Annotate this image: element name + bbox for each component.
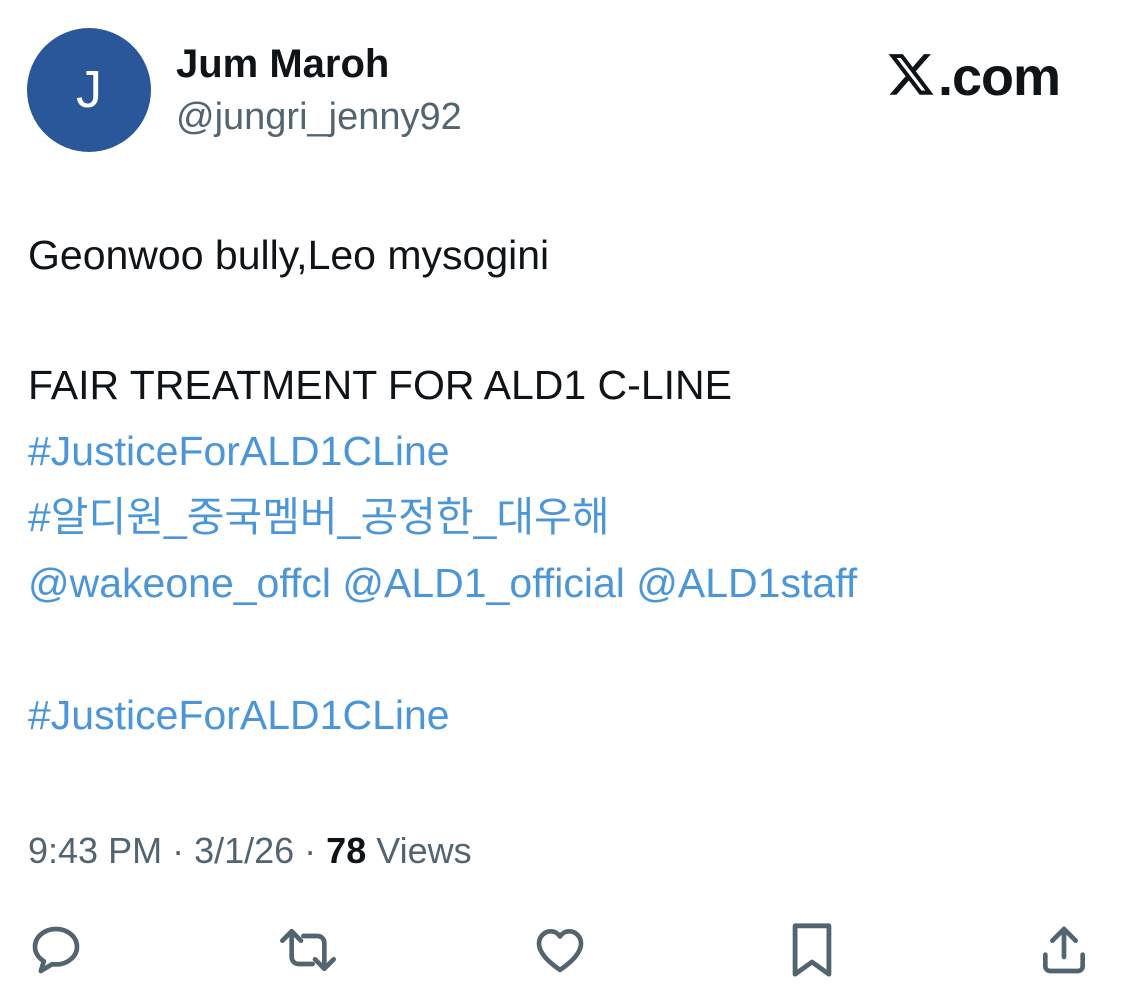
retweet-icon [280,929,336,971]
tweet-text-line1: Geonwoo bully,Leo mysogini [28,232,550,278]
tweet-actions [0,918,1125,988]
share-icon [1043,926,1085,974]
like-button[interactable] [528,918,592,982]
avatar[interactable]: J [27,28,151,152]
reply-button[interactable] [24,918,88,982]
reply-icon [32,926,80,974]
hashtag-link[interactable]: #JusticeForALD1CLine [28,428,450,474]
views-label: Views [366,830,472,871]
hashtag-link-korean[interactable]: #알디원_중국멤버_공정한_대우해 [28,494,610,540]
display-name[interactable]: Jum Maroh [176,42,389,87]
like-icon [536,929,584,973]
x-logo-icon [888,54,934,95]
share-button[interactable] [1032,918,1096,982]
meta-separator: · [162,830,195,871]
avatar-letter: J [76,61,102,119]
x-logo: .com [886,47,1061,107]
hashtag-link[interactable]: #JusticeForALD1CLine [28,692,450,738]
tweet-time[interactable]: 9:43 PM [28,830,162,871]
tweet-meta: 9:43 PM · 3/1/26 · 78 Views [28,830,472,872]
mention-link[interactable]: @wakeone_offcl [28,560,331,606]
retweet-button[interactable] [276,918,340,982]
views-count: 78 [326,830,367,871]
mention-link[interactable]: @ALD1_official [342,560,624,606]
meta-separator: · [294,830,327,871]
logo-suffix: .com [938,47,1061,107]
bookmark-icon [792,923,832,977]
bookmark-button[interactable] [780,918,844,982]
tweet-text-line2: FAIR TREATMENT FOR ALD1 C-LINE [28,362,732,408]
tweet-date[interactable]: 3/1/26 [194,830,294,871]
mentions-line: @wakeone_offcl @ALD1_official @ALD1staff [28,560,857,606]
mention-link[interactable]: @ALD1staff [636,560,857,606]
user-handle[interactable]: @jungri_jenny92 [176,96,462,139]
